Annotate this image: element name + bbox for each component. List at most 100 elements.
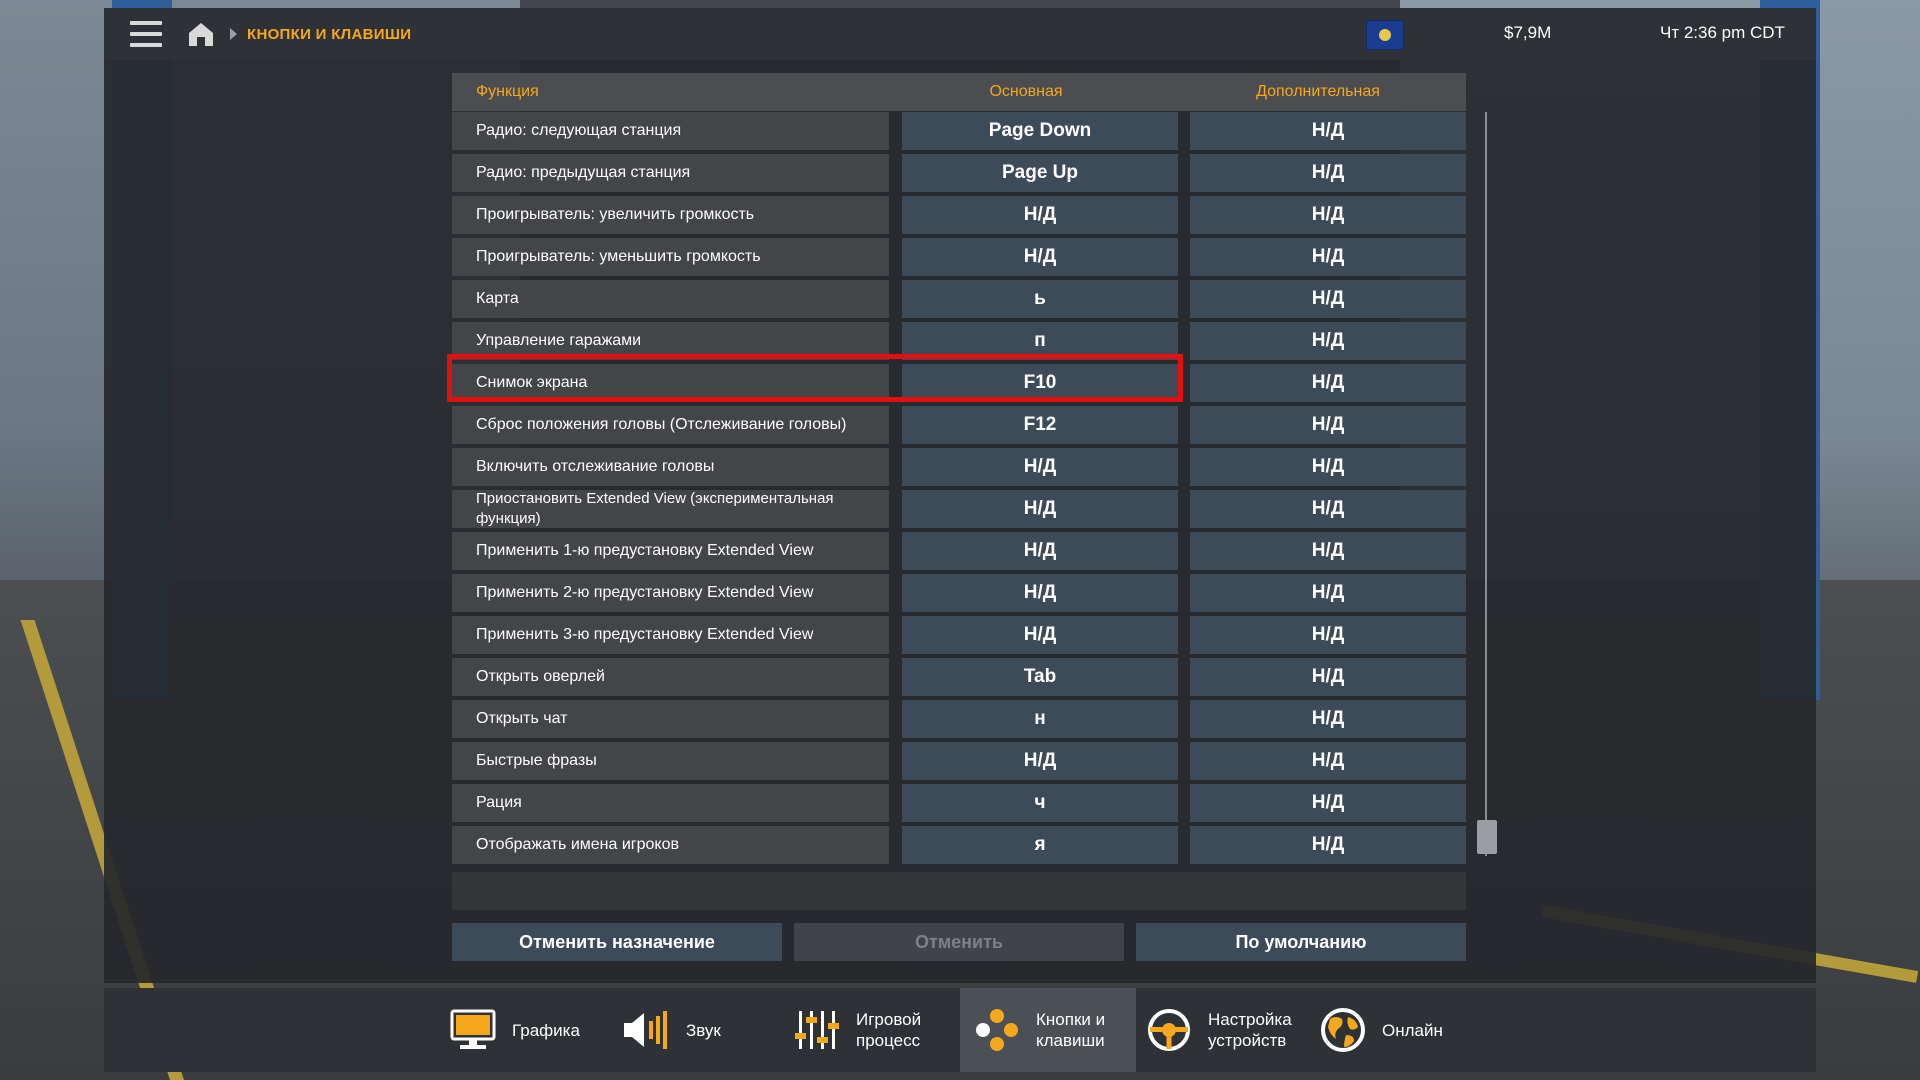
secondary-key-button[interactable]: Н/Д — [1190, 826, 1466, 864]
function-label: Радио: следующая станция — [452, 112, 889, 150]
hamburger-menu-icon[interactable] — [130, 21, 162, 47]
speaker-icon — [624, 1011, 667, 1049]
table-row: Сброс положения головы (Отслеживание гол… — [452, 406, 1466, 444]
nav-devices-line1: Настройка — [1208, 1010, 1292, 1029]
secondary-key-button[interactable]: Н/Д — [1190, 280, 1466, 318]
nav-sound[interactable]: Звук — [622, 988, 752, 1072]
secondary-key-button[interactable]: Н/Д — [1190, 112, 1466, 150]
secondary-key-button[interactable]: Н/Д — [1190, 406, 1466, 444]
nav-gameplay[interactable]: Игровой процесс — [794, 988, 954, 1072]
secondary-key-button[interactable]: Н/Д — [1190, 154, 1466, 192]
primary-key-button[interactable]: Н/Д — [902, 742, 1178, 780]
table-row: Управление гаражами п Н/Д — [452, 322, 1466, 360]
nav-keys-line1: Кнопки и — [1036, 1010, 1106, 1029]
primary-key-button[interactable]: Н/Д — [902, 448, 1178, 486]
secondary-key-button[interactable]: Н/Д — [1190, 196, 1466, 234]
header-primary: Основная — [989, 83, 1063, 100]
primary-key-button[interactable]: я — [902, 826, 1178, 864]
scrollbar-thumb[interactable] — [1477, 820, 1497, 854]
primary-key-button[interactable]: F12 — [902, 406, 1178, 444]
primary-key-button[interactable]: п — [902, 322, 1178, 360]
table-row: Быстрые фразы Н/Д Н/Д — [452, 742, 1466, 780]
secondary-key-button[interactable]: Н/Д — [1190, 742, 1466, 780]
sliders-icon — [795, 1011, 839, 1049]
nav-devices-label: Настройка устройств — [1208, 1009, 1292, 1051]
nav-gameplay-line1: Игровой — [856, 1010, 922, 1029]
function-label: Применить 3-ю предустановку Extended Vie… — [452, 616, 889, 654]
secondary-key-button[interactable]: Н/Д — [1190, 658, 1466, 696]
primary-key-button[interactable]: Н/Д — [902, 532, 1178, 570]
table-row: Проигрыватель: увеличить громкость Н/Д Н… — [452, 196, 1466, 234]
nav-devices[interactable]: Настройка устройств — [1146, 988, 1316, 1072]
primary-key-button[interactable]: Page Down — [902, 112, 1178, 150]
function-label: Рация — [452, 784, 889, 822]
function-label: Применить 2-ю предустановку Extended Vie… — [452, 574, 889, 612]
function-label: Радио: предыдущая станция — [452, 154, 889, 192]
steering-wheel-icon — [1148, 1009, 1190, 1051]
secondary-key-button[interactable]: Н/Д — [1190, 364, 1466, 402]
table-row: Приостановить Extended View (эксперимент… — [452, 490, 1466, 528]
breadcrumb: КНОПКИ И КЛАВИШИ — [247, 25, 412, 43]
nav-graphics-label: Графика — [512, 1020, 580, 1040]
unassign-button[interactable]: Отменить назначение — [452, 923, 782, 961]
scrollbar-track[interactable] — [1485, 112, 1487, 856]
primary-key-button[interactable]: ь — [902, 280, 1178, 318]
header-secondary: Дополнительная — [1256, 83, 1380, 100]
secondary-key-button[interactable]: Н/Д — [1190, 574, 1466, 612]
function-label: Включить отслеживание головы — [452, 448, 889, 486]
nav-keys-label: Кнопки и клавиши — [1036, 1009, 1105, 1051]
nav-gameplay-line2: процесс — [856, 1031, 921, 1050]
secondary-key-button[interactable]: Н/Д — [1190, 448, 1466, 486]
home-icon[interactable] — [186, 19, 216, 49]
primary-key-button[interactable]: Н/Д — [902, 196, 1178, 234]
function-label: Отображать имена игроков — [452, 826, 889, 864]
table-row: Открыть чат н Н/Д — [452, 700, 1466, 738]
description-bar — [452, 872, 1466, 910]
function-label: Применить 1-ю предустановку Extended Vie… — [452, 532, 889, 570]
secondary-key-button[interactable]: Н/Д — [1190, 322, 1466, 360]
nav-keys-buttons[interactable]: Кнопки и клавиши — [960, 988, 1136, 1072]
table-row: Рация ч Н/Д — [452, 784, 1466, 822]
function-label: Управление гаражами — [452, 322, 889, 360]
function-label: Карта — [452, 280, 889, 318]
table-row: Радио: следующая станция Page Down Н/Д — [452, 112, 1466, 150]
primary-key-button[interactable]: Н/Д — [902, 490, 1178, 528]
secondary-key-button[interactable]: Н/Д — [1190, 490, 1466, 528]
primary-key-button[interactable]: Tab — [902, 658, 1178, 696]
nav-devices-line2: устройств — [1208, 1031, 1287, 1050]
nav-graphics[interactable]: Графика — [450, 988, 590, 1072]
function-label: Приостановить Extended View (эксперимент… — [452, 490, 889, 528]
table-row: Открыть оверлей Tab Н/Д — [452, 658, 1466, 696]
secondary-key-button[interactable]: Н/Д — [1190, 700, 1466, 738]
nav-online[interactable]: Онлайн — [1320, 988, 1460, 1072]
header-function: Функция — [476, 83, 539, 100]
secondary-key-button[interactable]: Н/Д — [1190, 532, 1466, 570]
settings-category-nav: Графика Звук Игровой процесс Кнопки и кл… — [104, 988, 1816, 1072]
function-label: Открыть чат — [452, 700, 889, 738]
secondary-key-button[interactable]: Н/Д — [1190, 238, 1466, 276]
primary-key-button[interactable]: Н/Д — [902, 616, 1178, 654]
nav-keys-line2: клавиши — [1036, 1031, 1105, 1050]
primary-key-button[interactable]: F10 — [902, 364, 1178, 402]
primary-key-button[interactable]: ч — [902, 784, 1178, 822]
table-row: Применить 3-ю предустановку Extended Vie… — [452, 616, 1466, 654]
money-balance: $7,9M — [1504, 23, 1552, 42]
table-row: Включить отслеживание головы Н/Д Н/Д — [452, 448, 1466, 486]
game-clock: Чт 2:36 pm CDT — [1660, 23, 1785, 42]
primary-key-button[interactable]: Н/Д — [902, 574, 1178, 612]
primary-key-button[interactable]: н — [902, 700, 1178, 738]
table-row: Радио: предыдущая станция Page Up Н/Д — [452, 154, 1466, 192]
primary-key-button[interactable]: Н/Д — [902, 238, 1178, 276]
function-label: Снимок экрана — [452, 364, 889, 402]
cancel-button[interactable]: Отменить — [794, 923, 1124, 961]
globe-icon — [1321, 1008, 1365, 1052]
table-row-selected: Снимок экрана F10 Н/Д — [452, 364, 1466, 402]
table-row: Карта ь Н/Д — [452, 280, 1466, 318]
defaults-button[interactable]: По умолчанию — [1136, 923, 1466, 961]
secondary-key-button[interactable]: Н/Д — [1190, 616, 1466, 654]
breadcrumb-arrow-icon — [230, 28, 237, 40]
nav-sound-label: Звук — [686, 1020, 721, 1040]
primary-key-button[interactable]: Page Up — [902, 154, 1178, 192]
secondary-key-button[interactable]: Н/Д — [1190, 784, 1466, 822]
table-row: Применить 2-ю предустановку Extended Vie… — [452, 574, 1466, 612]
